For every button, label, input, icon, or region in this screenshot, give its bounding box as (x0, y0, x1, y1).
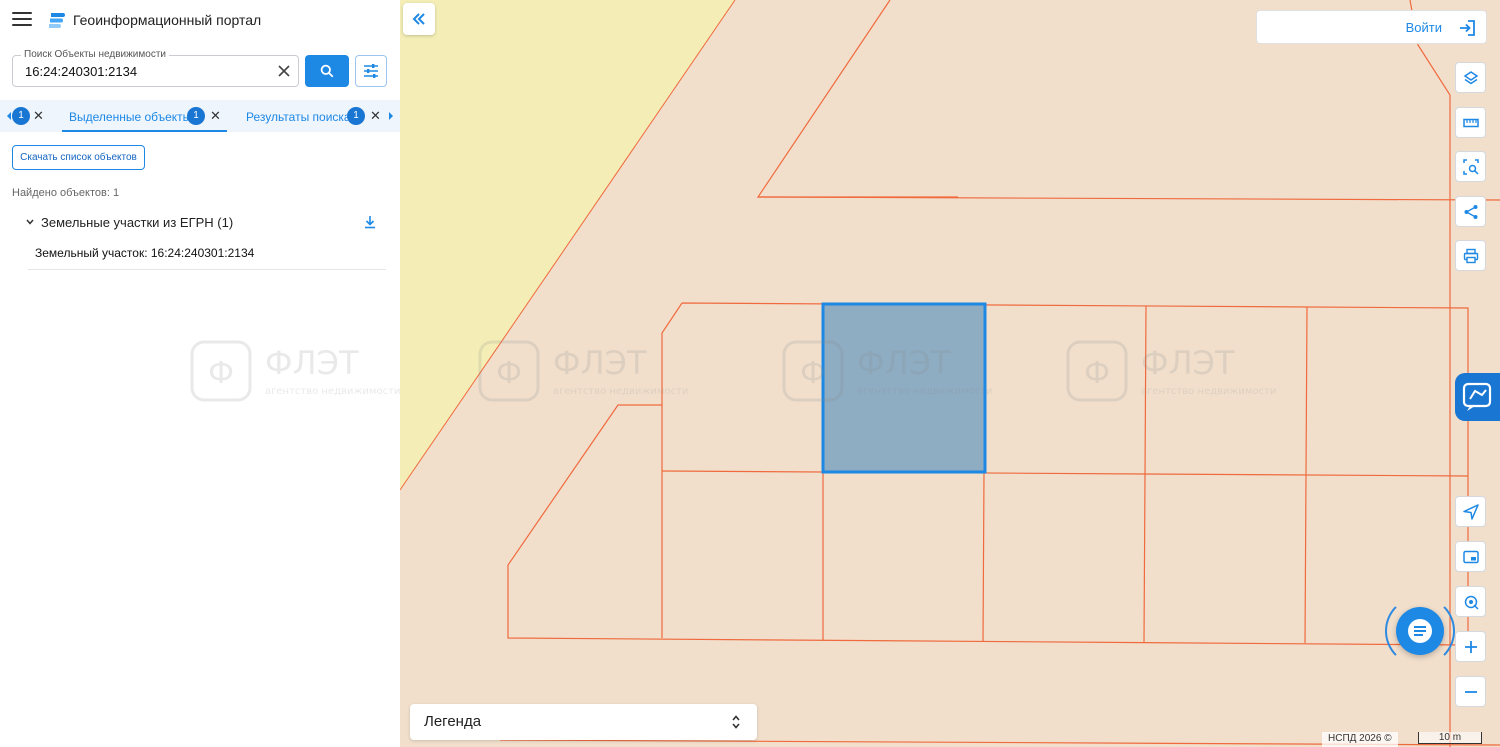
found-count: Найдено объектов: 1 (12, 187, 120, 199)
active-tab-indicator (62, 130, 227, 132)
geolocation-icon (1464, 595, 1479, 610)
chat-icon (1408, 619, 1432, 643)
double-chevron-left-icon (412, 13, 425, 25)
minus-icon (1465, 691, 1477, 693)
close-icon[interactable] (276, 63, 292, 79)
tab-close-icon[interactable]: ✕ (210, 109, 221, 123)
selected-parcel[interactable] (821, 302, 987, 474)
tab-bar: 1 ✕ Выделенные объекты 1 ✕ Результаты по… (0, 100, 400, 132)
app-title: Геоинформационный портал (73, 12, 262, 28)
area-select-button[interactable] (1455, 151, 1486, 182)
sidebar: Геоинформационный портал Поиск Объекты н… (0, 0, 400, 747)
tab-label: Выделенные объекты (69, 110, 192, 124)
tab-selected-objects[interactable]: Выделенные объекты 1 ✕ (69, 100, 229, 132)
map-attribution: НСПД 2026 © (1322, 732, 1398, 747)
search-input[interactable] (25, 64, 265, 79)
support-icon (1462, 382, 1492, 411)
chat-button[interactable] (1396, 607, 1444, 655)
locate-button[interactable] (1455, 496, 1486, 527)
portal-logo-icon (49, 13, 65, 28)
download-icon[interactable] (363, 214, 377, 230)
sidebar-header: Геоинформационный портал (0, 0, 400, 40)
menu-icon[interactable] (12, 12, 32, 28)
layers-icon (1463, 71, 1479, 85)
collapse-sidebar-button[interactable] (403, 3, 435, 35)
legend-toggle[interactable]: Легенда (410, 704, 757, 740)
tab-partial[interactable]: 1 ✕ (10, 100, 50, 132)
search-icon (320, 64, 334, 78)
filter-button[interactable] (355, 55, 387, 87)
login-label: Войти (1405, 20, 1442, 35)
search-field[interactable]: Поиск Объекты недвижимости (12, 49, 299, 87)
printer-icon (1463, 248, 1479, 264)
chevron-up-down-icon (732, 715, 740, 729)
result-item-label: Земельный участок: 16:24:240301:2134 (35, 246, 255, 260)
layers-button[interactable] (1455, 62, 1486, 93)
tab-search-results[interactable]: Результаты поиска 1 ✕ (246, 100, 386, 132)
tab-close-icon[interactable]: ✕ (370, 109, 381, 123)
share-icon (1464, 205, 1478, 219)
zoom-out-button[interactable] (1455, 676, 1486, 707)
plus-icon (1465, 641, 1477, 653)
geolocation-button[interactable] (1455, 586, 1486, 617)
login-icon (1460, 20, 1475, 36)
result-group-title: Земельные участки из ЕГРН (1) (41, 215, 234, 230)
map-layer (400, 0, 1500, 747)
result-group-header[interactable]: Земельные участки из ЕГРН (1) (25, 213, 385, 233)
chevron-down-icon[interactable] (25, 217, 35, 227)
download-list-button[interactable]: Скачать список объектов (12, 145, 145, 170)
legend-label: Легенда (424, 713, 482, 730)
result-list-item[interactable]: Земельный участок: 16:24:240301:2134 (28, 241, 386, 270)
scale-bar: 10 m (1418, 732, 1482, 744)
print-button[interactable] (1455, 240, 1486, 271)
tab-close-icon[interactable]: ✕ (33, 109, 44, 123)
search-button[interactable] (305, 55, 349, 87)
ruler-button[interactable] (1455, 107, 1486, 138)
area-select-icon (1463, 159, 1479, 175)
map-canvas[interactable] (400, 0, 1500, 747)
minimap-button[interactable] (1455, 541, 1486, 572)
support-button[interactable] (1455, 373, 1500, 421)
tab-badge: 1 (187, 107, 205, 125)
login-button[interactable]: Войти (1256, 10, 1487, 44)
tab-label: Результаты поиска (246, 110, 351, 124)
tab-badge: 1 (12, 107, 30, 125)
ruler-icon (1463, 118, 1479, 128)
minimap-icon (1463, 550, 1479, 564)
navigation-arrow-icon (1463, 504, 1479, 520)
filter-sliders-icon (364, 64, 378, 78)
share-button[interactable] (1455, 196, 1486, 227)
zoom-in-button[interactable] (1455, 631, 1486, 662)
tab-scroll-right-icon[interactable] (387, 110, 395, 122)
search-label: Поиск Объекты недвижимости (21, 49, 169, 61)
tab-badge: 1 (347, 107, 365, 125)
